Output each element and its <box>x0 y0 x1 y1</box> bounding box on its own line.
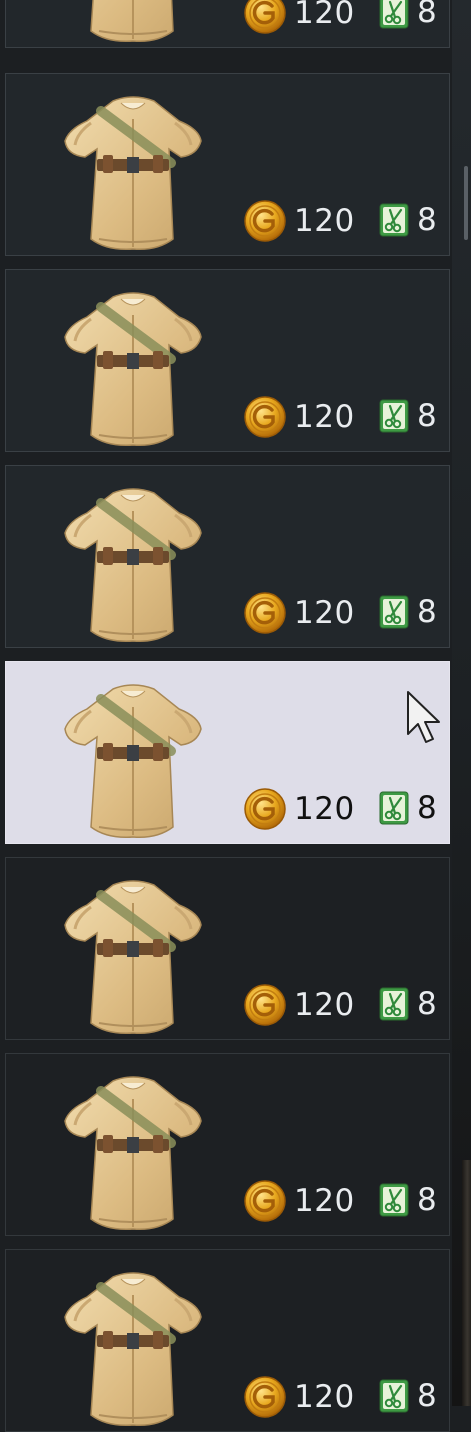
gold-price-value: 120 <box>294 399 355 435</box>
gold-price-value: 120 <box>294 0 355 31</box>
gold-coin-icon <box>244 200 286 242</box>
gold-coin-icon <box>244 788 286 830</box>
scissors-parts-icon <box>379 203 409 237</box>
gold-coin-icon <box>244 0 286 34</box>
coat-icon <box>61 873 206 1040</box>
parts-price-value: 8 <box>417 202 437 238</box>
gold-price-value: 120 <box>294 791 355 827</box>
parts-price: 8 <box>379 1378 437 1414</box>
gold-price-value: 120 <box>294 1379 355 1415</box>
scissors-parts-icon <box>379 399 409 433</box>
parts-price: 8 <box>379 790 437 826</box>
scissors-parts-icon <box>379 791 409 825</box>
item-card[interactable]: 120 8 <box>5 1249 450 1432</box>
gold-price: 120 <box>244 395 355 439</box>
scissors-parts-icon <box>379 1183 409 1217</box>
scissors-parts-icon <box>379 595 409 629</box>
item-card[interactable]: 120 8 <box>5 269 450 452</box>
item-card[interactable]: 120 8 <box>5 857 450 1040</box>
parts-price: 8 <box>379 202 437 238</box>
gold-price-value: 120 <box>294 987 355 1023</box>
parts-price: 8 <box>379 1182 437 1218</box>
item-card[interactable]: 120 8 <box>5 0 450 48</box>
parts-price: 8 <box>379 594 437 630</box>
gold-price: 120 <box>244 0 355 35</box>
gold-price: 120 <box>244 591 355 635</box>
mouse-cursor-icon <box>407 691 440 743</box>
scene-background <box>452 0 471 1406</box>
scrollbar-thumb[interactable] <box>464 166 468 240</box>
coat-icon <box>61 0 206 48</box>
gold-coin-icon <box>244 592 286 634</box>
coat-icon <box>61 1265 206 1432</box>
gold-price-value: 120 <box>294 1183 355 1219</box>
parts-price: 8 <box>379 398 437 434</box>
coat-icon <box>61 677 206 844</box>
scissors-parts-icon <box>379 0 409 29</box>
gold-coin-icon <box>244 984 286 1026</box>
parts-price-value: 8 <box>417 1378 437 1414</box>
scissors-parts-icon <box>379 987 409 1021</box>
item-card[interactable]: 120 8 <box>5 1053 450 1236</box>
gold-price-value: 120 <box>294 595 355 631</box>
item-card[interactable]: 120 8 <box>5 465 450 648</box>
parts-price: 8 <box>379 986 437 1022</box>
parts-price-value: 8 <box>417 0 437 30</box>
gold-price: 120 <box>244 983 355 1027</box>
gold-coin-icon <box>244 1376 286 1418</box>
coat-icon <box>61 89 206 256</box>
parts-price: 8 <box>379 0 437 30</box>
parts-price-value: 8 <box>417 790 437 826</box>
parts-price-value: 8 <box>417 1182 437 1218</box>
gold-price: 120 <box>244 1375 355 1419</box>
item-card-selected[interactable]: 120 8 <box>5 661 450 844</box>
coat-icon <box>61 481 206 648</box>
parts-price-value: 8 <box>417 594 437 630</box>
coat-icon <box>61 285 206 452</box>
gold-coin-icon <box>244 396 286 438</box>
gold-coin-icon <box>244 1180 286 1222</box>
parts-price-value: 8 <box>417 398 437 434</box>
gold-price-value: 120 <box>294 203 355 239</box>
coat-icon <box>61 1069 206 1236</box>
scissors-parts-icon <box>379 1379 409 1413</box>
gold-price: 120 <box>244 787 355 831</box>
gold-price: 120 <box>244 199 355 243</box>
parts-price-value: 8 <box>417 986 437 1022</box>
background-edge <box>462 1160 471 1406</box>
item-card[interactable]: 120 8 <box>5 73 450 256</box>
gold-price: 120 <box>244 1179 355 1223</box>
